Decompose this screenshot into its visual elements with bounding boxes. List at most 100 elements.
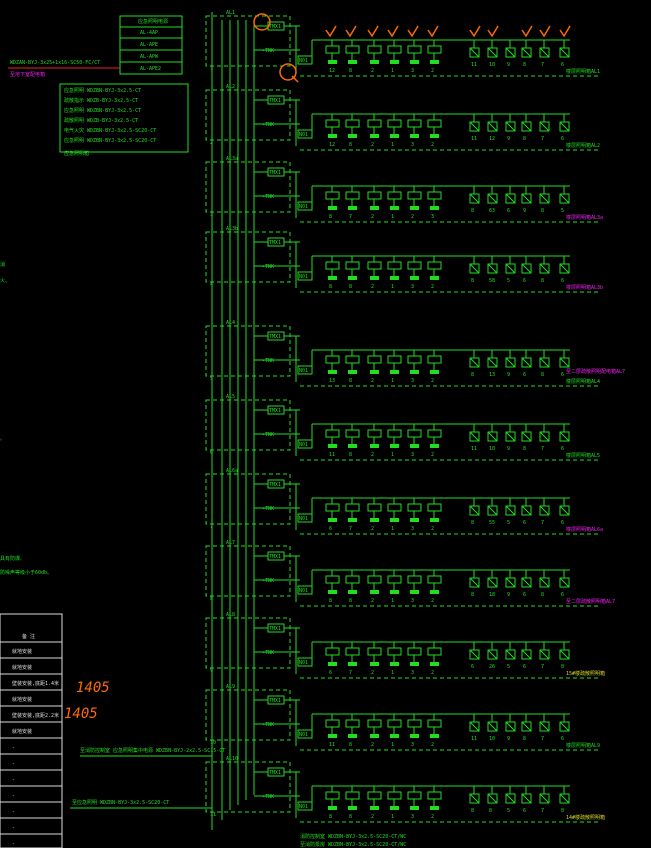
destination-label: 楼层照明箱AL9 <box>566 742 600 749</box>
bottom-left-cable-2: 至应急照明 WDZBN-BYJ-3x2.5-SC20-CT <box>72 799 169 806</box>
load-count: 8 <box>329 214 332 220</box>
luminaire-icon <box>348 518 357 522</box>
sensor-count: 7 <box>541 136 544 142</box>
luminaire-icon <box>370 518 379 522</box>
load-breaker <box>367 119 382 128</box>
sensor-count: 8 <box>471 372 474 378</box>
load-count: 3 <box>411 68 414 74</box>
load-breaker <box>345 45 360 54</box>
load-breaker <box>325 791 340 800</box>
spec-table-row: - <box>12 777 15 783</box>
load-breaker <box>367 719 382 728</box>
panel-tag: AL7 <box>226 540 235 546</box>
sensor-count: 5 <box>507 664 510 670</box>
spec-table-header: 备 注 <box>22 633 35 640</box>
load-count: 3 <box>411 670 414 676</box>
module-label: N01 <box>299 442 308 448</box>
panel-number: 5 <box>210 376 213 382</box>
luminaire-icon <box>390 590 399 594</box>
sensor-count: 8 <box>523 736 526 742</box>
panel-8: TMX1-TNKN018 8 2 1 3 28 18 9 6 8 6至二层疏散照明箱AL7AL78 <box>205 540 615 607</box>
panel-2: TMX1 -TNK N01 12 8 2 1 3 2 11 12 9 8 7 6楼层照明箱AL2 AL2 2 <box>205 84 600 151</box>
load-count: 3 <box>411 284 414 290</box>
load-count: 2 <box>371 742 374 748</box>
load-breaker <box>387 575 402 584</box>
margin-fragment: 消 <box>0 261 5 268</box>
load-count: 2 <box>371 598 374 604</box>
sensor-count: 5 <box>507 520 510 526</box>
check-mark <box>345 25 357 38</box>
feeder-note: 应急照明 WDZBN-BYJ-3x2.5-CT <box>64 87 141 94</box>
load-count: 2 <box>371 284 374 290</box>
luminaire-icon <box>328 370 337 374</box>
panel-tag: AL3a <box>226 156 238 162</box>
load-count: 2 <box>431 284 434 290</box>
check-annotations <box>325 25 571 38</box>
handwritten-note-1: 1405 <box>76 680 110 696</box>
sensor-count: 8 <box>471 592 474 598</box>
module-label: N01 <box>299 516 308 522</box>
sensor-count: 5 <box>507 278 510 284</box>
sensor-count: 8 <box>471 208 474 214</box>
load-breaker <box>387 191 402 200</box>
module-label: N01 <box>299 274 308 280</box>
panel-6: TMX1-TNKN0111 8 2 1 3 211 10 9 8 7 6楼层照明箱AL5AL56 <box>205 394 600 461</box>
luminaire-icon <box>370 276 379 280</box>
luminaire-icon <box>348 370 357 374</box>
load-count: 1 <box>391 814 394 820</box>
panel-7: TMX1-TNKN016 7 2 1 3 28 55 5 6 7 6楼层照明箱AL6aAL6a7 <box>205 468 603 535</box>
luminaire-icon <box>390 370 399 374</box>
load-count: 1 <box>391 598 394 604</box>
load-count: 8 <box>349 68 352 74</box>
load-count: 2 <box>371 68 374 74</box>
load-count: 2 <box>431 670 434 676</box>
module-label: N01 <box>299 58 308 64</box>
load-count: 8 <box>349 742 352 748</box>
load-breaker <box>345 503 360 512</box>
luminaire-icon <box>410 662 419 666</box>
destination-label: 楼层照明箱AL4 <box>566 378 600 385</box>
sensor-count: 9 <box>507 62 510 68</box>
feeder-label: -TNK <box>262 264 274 270</box>
panel-number: 7 <box>210 524 213 530</box>
load-count: 2 <box>431 598 434 604</box>
luminaire-icon <box>328 734 337 738</box>
load-count: 1 <box>391 142 394 148</box>
load-breaker <box>345 719 360 728</box>
sensor-count: 8 <box>541 208 544 214</box>
sensor-count: 58 <box>489 278 495 284</box>
panel-9: TMX1-TNKN016 7 2 1 3 26 26 5 6 7 815#楼疏散照明箱AL89 <box>205 612 605 679</box>
load-count: 6 <box>329 670 332 676</box>
luminaire-icon <box>370 134 379 138</box>
luminaire-icon <box>390 206 399 210</box>
panel-3: TMX1 -TNK N01 8 7 2 1 2 3 8 63 6 9 8 5楼层照明箱AL3a AL3a 3 <box>205 156 603 223</box>
luminaire-icon <box>430 370 439 374</box>
spec-table-row: 壁装安装,底距1.4米 <box>12 680 59 687</box>
luminaire-icon <box>430 590 439 594</box>
sensor-count: 8 <box>561 664 564 670</box>
sensor-count: 6 <box>561 62 564 68</box>
load-count: 1 <box>391 670 394 676</box>
panel-11: TMX1-TNKN018 8 2 1 3 28 8 5 6 7 814#楼疏散照明箱AL1011 <box>205 756 605 823</box>
bottom-cable-2: 至消防泵房 WDZBN-BYJ-3x2.5-SC20-CT/WC <box>300 841 406 848</box>
load-count: 3 <box>411 378 414 384</box>
luminaire-icon <box>328 134 337 138</box>
breaker-label: TMX1 <box>269 698 281 704</box>
check-mark <box>521 25 533 38</box>
panel-tag: AL9 <box>226 684 235 690</box>
luminaire-icon <box>370 206 379 210</box>
sensor-count: 63 <box>489 208 495 214</box>
load-count: 12 <box>329 68 335 74</box>
sensor-count: 11 <box>471 136 477 142</box>
sensor-count: 12 <box>489 136 495 142</box>
luminaire-icon <box>370 590 379 594</box>
load-count: 12 <box>329 142 335 148</box>
load-count: 1 <box>391 742 394 748</box>
sensor-count: 18 <box>489 592 495 598</box>
luminaire-icon <box>410 60 419 64</box>
load-breaker <box>367 429 382 438</box>
load-breaker <box>387 791 402 800</box>
load-count: 2 <box>371 378 374 384</box>
panel-1: TMX1 -TNK N01 12 8 2 1 3 2 11 10 9 8 7 6楼层照明箱AL1 AL1 1 <box>205 10 600 77</box>
sensor-count: 10 <box>489 446 495 452</box>
